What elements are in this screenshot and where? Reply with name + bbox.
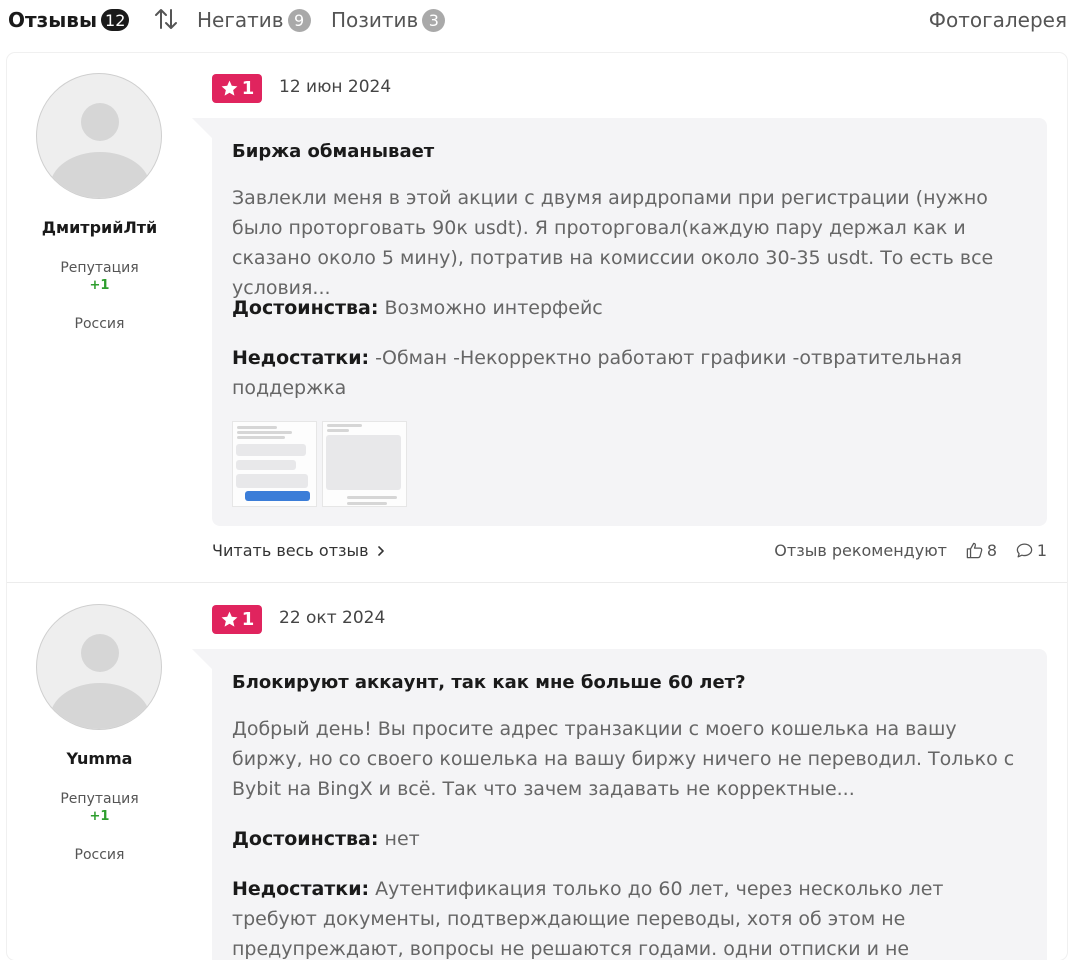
reputation-value: +1: [89, 809, 110, 824]
review-tabs: Отзывы 12 Негатив 9 Позитив 3 Фотогалере…: [0, 0, 1081, 40]
comment-button[interactable]: 1: [1015, 541, 1047, 560]
like-button[interactable]: 8: [965, 541, 997, 560]
reputation-value: +1: [89, 278, 110, 293]
rating-badge: 1: [212, 605, 262, 634]
tab-negative[interactable]: Негатив 9: [197, 6, 311, 34]
tab-positive[interactable]: Позитив 3: [331, 6, 446, 34]
avatar[interactable]: [36, 604, 162, 730]
cons-label: Недостатки:: [232, 347, 370, 369]
review-date: 12 июн 2024: [279, 77, 392, 97]
review-pros: Достоинства: нет: [232, 824, 1032, 854]
comment-count: 1: [1036, 541, 1047, 560]
author-name[interactable]: ДмитрийЛтй: [7, 218, 192, 237]
star-icon: [221, 80, 238, 96]
pros-text: нет: [384, 828, 420, 850]
tab-positive-label: Позитив: [331, 8, 419, 32]
avatar-placeholder-body: [50, 152, 150, 198]
recommend-label: Отзыв рекомендуют: [774, 541, 947, 560]
avatar-placeholder-head: [81, 634, 119, 672]
tab-all-label: Отзывы: [8, 8, 98, 32]
review-text: Завлекли меня в этой акции с двумя аирдр…: [232, 187, 994, 299]
review-photo-thumbnail[interactable]: [232, 421, 317, 507]
review-body: Блокируют аккаунт, так как мне больше 60…: [192, 649, 1047, 960]
rating-badge: 1: [212, 74, 262, 103]
review-photos: [232, 421, 407, 507]
chevron-right-icon: [377, 545, 384, 556]
cons-label: Недостатки:: [232, 878, 370, 900]
read-more-label: Читать весь отзыв: [212, 541, 369, 560]
pros-label: Достоинства:: [232, 828, 379, 850]
review-text: Добрый день! Вы просите адрес транзакции…: [232, 718, 1015, 800]
tab-negative-count-badge: 9: [287, 8, 311, 32]
read-full-review-link[interactable]: Читать весь отзыв: [212, 541, 387, 560]
review-card: Yumma Репутация +1 Россия 1 22 окт 2024 …: [7, 584, 1067, 960]
author-name[interactable]: Yumma: [7, 749, 192, 768]
review-date: 22 окт 2024: [279, 608, 386, 628]
thumbs-up-icon: [966, 542, 983, 559]
review-title[interactable]: Биржа обманывает: [232, 141, 434, 162]
tab-negative-label: Негатив: [197, 8, 284, 32]
review-cons: Недостатки: Аутентификация только до 60 …: [232, 874, 1032, 960]
review-photo-thumbnail[interactable]: [322, 421, 407, 507]
review-cons: Недостатки: -Обман -Некорректно работают…: [232, 343, 1032, 403]
avatar[interactable]: [36, 73, 162, 199]
review-card: ДмитрийЛтй Репутация +1 Россия 1 12 июн …: [7, 53, 1067, 583]
comment-icon: [1016, 543, 1033, 558]
pros-label: Достоинства:: [232, 297, 379, 319]
author-country: Россия: [74, 316, 125, 332]
tab-photo-gallery[interactable]: Фотогалерея: [929, 6, 1067, 34]
sort-arrows-icon[interactable]: [153, 6, 179, 32]
review-body: Биржа обманывает Завлекли меня в этой ак…: [192, 118, 1047, 526]
rating-value: 1: [241, 78, 255, 99]
tab-positive-count-badge: 3: [422, 8, 446, 32]
pros-text: Возможно интерфейс: [384, 297, 603, 319]
author-country: Россия: [74, 847, 125, 863]
avatar-placeholder-head: [81, 103, 119, 141]
star-icon: [221, 611, 238, 627]
avatar-placeholder-body: [50, 683, 150, 729]
review-footer: Читать весь отзыв Отзыв рекомендуют 8 1: [212, 541, 1047, 565]
reputation-label: Репутация: [60, 791, 139, 807]
review-pros: Достоинства: Возможно интерфейс: [232, 293, 1032, 323]
rating-value: 1: [241, 609, 255, 630]
tab-all-count-badge: 12: [101, 9, 130, 31]
reputation-label: Репутация: [60, 260, 139, 276]
like-count: 8: [986, 541, 997, 560]
tab-all-reviews[interactable]: Отзывы 12: [8, 6, 130, 34]
review-title[interactable]: Блокируют аккаунт, так как мне больше 60…: [232, 672, 746, 693]
